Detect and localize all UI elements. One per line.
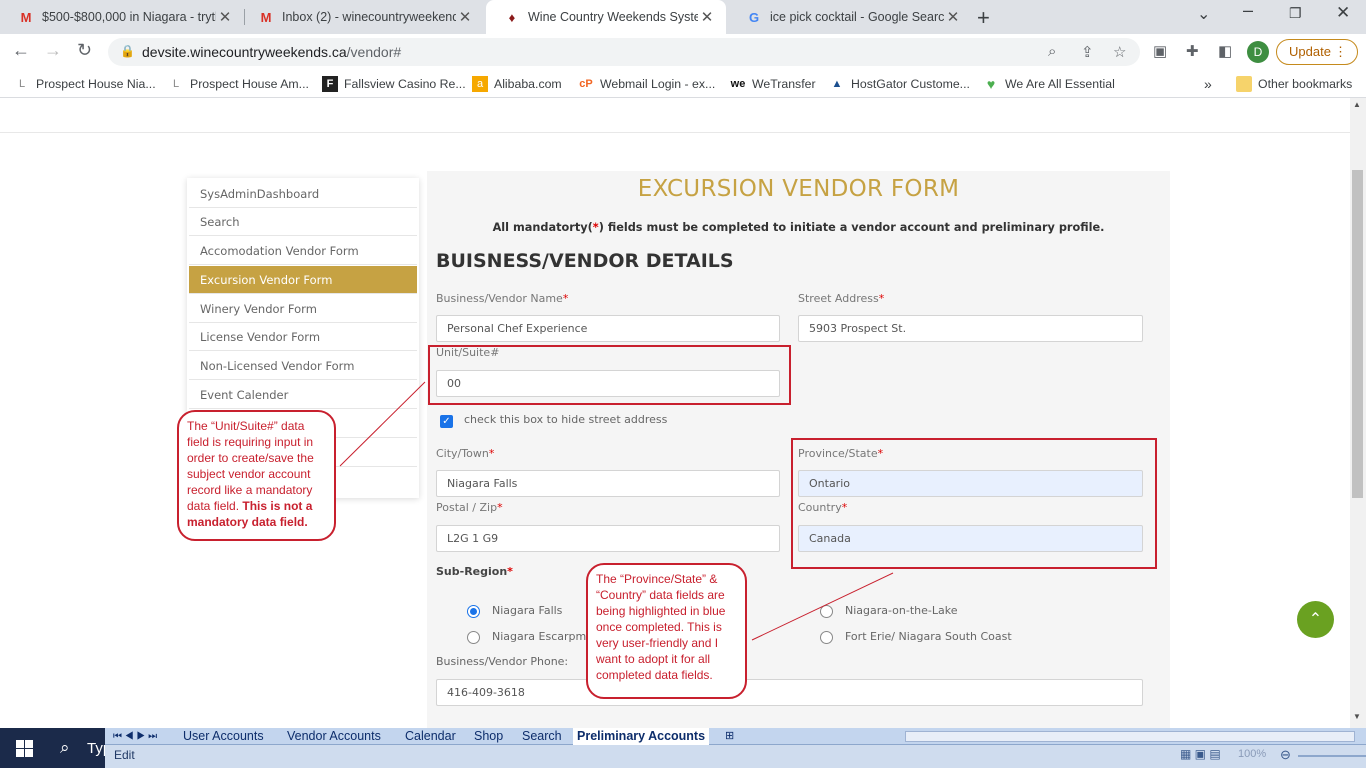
sheet-tabs: ⏮ ◀ ▶ ⏭ User Accounts Vendor Accounts Ca… <box>105 728 1366 745</box>
browser-tab-strip: M $500-$800,000 in Niagara - tryth ✕ M I… <box>0 0 1366 34</box>
side-panel-icon[interactable]: ◧ <box>1218 42 1232 60</box>
sheet-tab[interactable]: Search <box>522 728 562 745</box>
sheet-tab[interactable]: Shop <box>474 728 503 745</box>
scroll-down-arrow-icon[interactable]: ▼ <box>1353 712 1361 721</box>
excel-status-bar: Edit ▦ ▣ ▤ 100% ⊖ <box>105 745 1366 768</box>
view-buttons-icon[interactable]: ▦ ▣ ▤ <box>1180 747 1221 761</box>
chevron-up-icon: ⌃ <box>1308 611 1323 628</box>
browser-toolbar: ← → ↻ 🔒 devsite.winecountryweekends.ca/v… <box>0 34 1366 70</box>
url-host: devsite.winecountryweekends.ca <box>142 44 347 60</box>
window-close-icon[interactable]: ✕ <box>1336 3 1350 23</box>
scrollbar-thumb[interactable] <box>1352 170 1363 498</box>
bookmark-item[interactable]: a Alibaba.com <box>472 76 562 92</box>
hostgator-icon: ▲ <box>831 78 843 90</box>
gmail-icon: M <box>260 9 272 25</box>
page-scrollbar[interactable]: ▲ ▼ <box>1350 98 1366 728</box>
update-label: Update <box>1289 44 1331 59</box>
leader-line <box>339 381 426 467</box>
close-icon[interactable]: ✕ <box>456 8 474 26</box>
forward-arrow-icon[interactable]: → <box>44 40 62 61</box>
zoom-magnifier-icon[interactable]: ⌕ <box>1048 43 1056 60</box>
browser-tab[interactable]: M $500-$800,000 in Niagara - tryth ✕ <box>0 0 244 34</box>
bookmark-item[interactable]: L Prospect House Am... <box>168 76 309 92</box>
close-icon[interactable]: ✕ <box>944 8 962 26</box>
bookmark-item[interactable]: L Prospect House Nia... <box>14 76 156 92</box>
browser-tab[interactable]: G ice pick cocktail - Google Search ✕ <box>728 0 972 34</box>
menu-dots-icon[interactable]: ⋮ <box>1334 40 1347 64</box>
leader-line <box>751 572 894 641</box>
zoom-slider[interactable] <box>1298 755 1366 757</box>
windows-logo-icon[interactable] <box>16 740 33 757</box>
sheet-tab[interactable]: Vendor Accounts <box>287 728 381 745</box>
tab-search-chevron-icon[interactable]: ⌄ <box>1197 4 1210 24</box>
annotation-callout-unit: The “Unit/Suite#” data field is requirin… <box>177 410 336 541</box>
green-heart-icon: ♥ <box>986 76 996 92</box>
webmail-icon: cP <box>579 78 593 90</box>
lock-icon: 🔒 <box>120 44 135 58</box>
new-tab-plus-icon[interactable]: + <box>977 5 990 31</box>
extensions-puzzle-icon[interactable]: ✚ <box>1186 42 1199 60</box>
minimize-icon[interactable]: – <box>1243 0 1253 21</box>
wetransfer-icon: we <box>730 78 746 90</box>
zoom-level: 100% <box>1238 748 1267 760</box>
sheet-tab[interactable]: Calendar <box>405 728 456 745</box>
update-button[interactable]: Update ⋮ <box>1276 39 1358 65</box>
share-icon[interactable]: ⇪ <box>1081 43 1094 61</box>
alibaba-icon: a <box>472 76 488 92</box>
close-icon[interactable]: ✕ <box>698 8 716 26</box>
other-bookmarks[interactable]: Other bookmarks <box>1236 76 1352 92</box>
bookmark-star-icon[interactable]: ☆ <box>1113 43 1126 61</box>
excel-sheet-bar: ⌕ Typ ⏮ ◀ ▶ ⏭ User Accounts Vendor Accou… <box>0 728 1366 768</box>
address-bar[interactable]: 🔒 devsite.winecountryweekends.ca/vendor#… <box>108 38 1140 66</box>
folder-icon <box>1236 76 1252 92</box>
extension-grammarly-icon[interactable]: ▣ <box>1153 42 1167 60</box>
sheet-tab-active[interactable]: Preliminary Accounts <box>573 728 710 745</box>
browser-tab-active[interactable]: ♦ Wine Country Weekends System ✕ <box>486 0 726 34</box>
scroll-to-top-button[interactable]: ⌃ <box>1297 601 1334 638</box>
google-icon: G <box>748 9 760 25</box>
browser-tab[interactable]: M Inbox (2) - winecountryweekends ✕ <box>240 0 484 34</box>
bookmark-item[interactable]: we WeTransfer <box>730 76 816 92</box>
zoom-out-icon[interactable]: ⊖ <box>1280 747 1291 763</box>
sheet-tab[interactable]: User Accounts <box>183 728 264 745</box>
bookmark-item[interactable]: ▲ HostGator Custome... <box>829 76 970 92</box>
page-icon: L <box>172 78 180 90</box>
back-arrow-icon[interactable]: ← <box>12 40 30 61</box>
bookmark-item[interactable]: cP Webmail Login - ex... <box>578 76 715 92</box>
page-icon: L <box>18 78 26 90</box>
fallsview-icon: F <box>322 76 338 92</box>
search-icon[interactable]: ⌕ <box>60 738 70 758</box>
wine-icon: ♦ <box>508 9 516 25</box>
web-page: SysAdminDashboard Search Accomodation Ve… <box>0 98 1366 728</box>
insert-sheet-icon[interactable]: ⊞ <box>725 728 734 745</box>
scroll-up-arrow-icon[interactable]: ▲ <box>1353 100 1361 109</box>
close-icon[interactable]: ✕ <box>216 8 234 26</box>
restore-icon[interactable]: ❐ <box>1289 5 1302 22</box>
sheet-nav-arrows-icon[interactable]: ⏮ ◀ ▶ ⏭ <box>113 728 157 745</box>
profile-avatar[interactable]: D <box>1247 41 1269 63</box>
windows-start-area: ⌕ Typ <box>0 728 111 768</box>
bookmarks-overflow[interactable]: » <box>1204 76 1212 92</box>
reload-icon[interactable]: ↻ <box>77 40 92 61</box>
annotation-callout-province: The “Province/State” & “Country” data fi… <box>586 563 747 699</box>
gmail-icon: M <box>20 9 32 25</box>
bookmark-item[interactable]: F Fallsview Casino Re... <box>322 76 466 92</box>
horizontal-scrollbar[interactable] <box>905 731 1355 742</box>
status-mode: Edit <box>114 748 135 762</box>
url-path: /vendor# <box>346 44 402 60</box>
bookmark-item[interactable]: ♥ We Are All Essential <box>983 76 1115 92</box>
bookmarks-bar: L Prospect House Nia... L Prospect House A… <box>0 70 1366 98</box>
